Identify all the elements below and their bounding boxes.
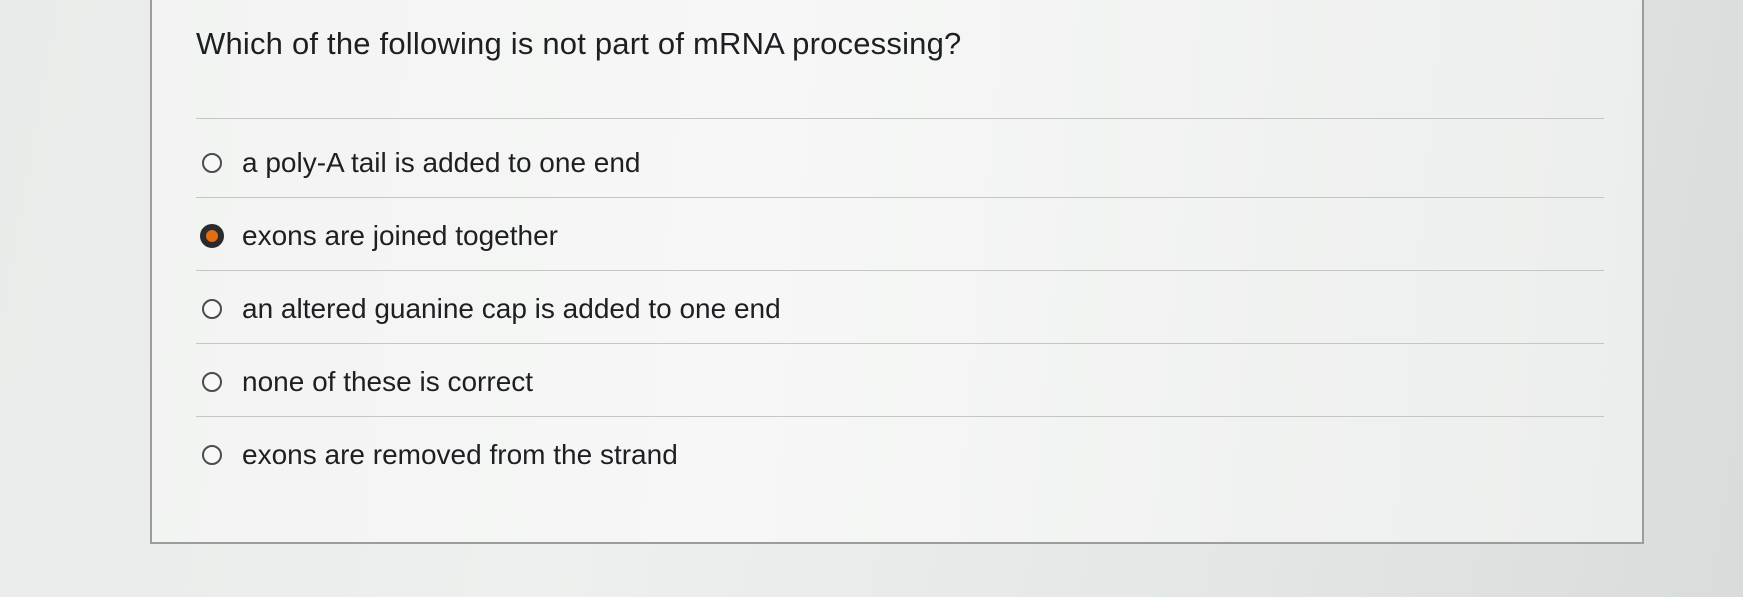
question-text: Which of the following is not part of mR… <box>196 26 962 61</box>
radio-button[interactable] <box>202 153 222 173</box>
option-label: an altered guanine cap is added to one e… <box>242 293 781 324</box>
option-none-correct[interactable]: none of these is correct <box>202 362 533 402</box>
divider <box>196 416 1604 417</box>
radio-button[interactable] <box>202 299 222 319</box>
radio-button[interactable] <box>202 372 222 392</box>
divider <box>196 343 1604 344</box>
radio-button[interactable] <box>202 445 222 465</box>
radio-button-selected[interactable] <box>200 224 224 248</box>
option-label: a poly-A tail is added to one end <box>242 147 641 178</box>
option-exons-joined[interactable]: exons are joined together <box>200 216 558 256</box>
option-exons-removed[interactable]: exons are removed from the strand <box>202 435 678 475</box>
option-label: exons are joined together <box>242 220 558 251</box>
divider <box>196 118 1604 119</box>
option-a-poly-a-tail[interactable]: a poly-A tail is added to one end <box>202 143 641 183</box>
option-label: exons are removed from the strand <box>242 439 678 470</box>
option-guanine-cap[interactable]: an altered guanine cap is added to one e… <box>202 289 781 329</box>
quiz-question-panel: Which of the following is not part of mR… <box>150 0 1644 544</box>
option-label: none of these is correct <box>242 366 534 397</box>
divider <box>196 197 1604 198</box>
divider <box>196 270 1604 271</box>
